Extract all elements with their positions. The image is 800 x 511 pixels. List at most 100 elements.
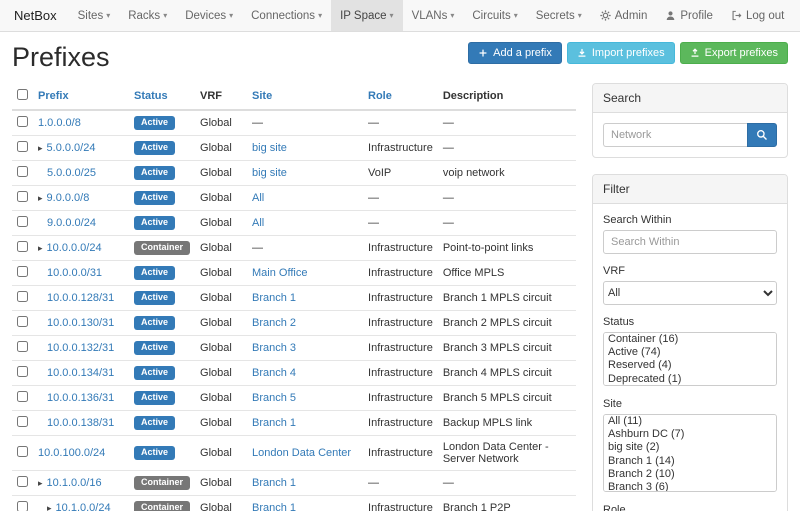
search-input[interactable] <box>603 123 747 147</box>
row-checkbox[interactable] <box>17 341 28 352</box>
nav-log-out[interactable]: Log out <box>722 0 793 31</box>
filter-field-label: Site <box>603 398 777 410</box>
listbox-option[interactable]: Container (16) <box>604 333 776 346</box>
row-checkbox[interactable] <box>17 446 28 457</box>
row-checkbox[interactable] <box>17 141 28 152</box>
site-link[interactable]: Main Office <box>252 267 307 279</box>
description-cell: voip network <box>438 161 576 186</box>
row-checkbox[interactable] <box>17 241 28 252</box>
prefix-link[interactable]: 10.0.0.0/31 <box>47 267 102 279</box>
vrf-cell: Global <box>195 336 247 361</box>
prefix-link[interactable]: 5.0.0.0/24 <box>47 142 96 154</box>
nav-item-racks[interactable]: Racks▾ <box>119 0 176 31</box>
prefix-link[interactable]: 10.1.0.0/16 <box>47 477 102 489</box>
navbar-right: AdminProfileLog out <box>591 0 794 31</box>
checkbox-cell <box>12 136 33 161</box>
expand-icon[interactable]: ▸ <box>38 143 43 153</box>
search-button[interactable] <box>747 123 777 147</box>
prefix-link[interactable]: 10.0.0.138/31 <box>47 417 114 429</box>
site-link[interactable]: All <box>252 192 264 204</box>
site-link[interactable]: Branch 4 <box>252 367 296 379</box>
row-checkbox[interactable] <box>17 501 28 511</box>
row-checkbox[interactable] <box>17 166 28 177</box>
navbar: NetBox Sites▾Racks▾Devices▾Connections▾I… <box>0 0 800 32</box>
listbox-option[interactable]: Branch 3 (6) <box>604 481 776 492</box>
nav-admin[interactable]: Admin <box>591 0 657 31</box>
prefix-link[interactable]: 9.0.0.0/8 <box>47 192 90 204</box>
site-link[interactable]: Branch 3 <box>252 342 296 354</box>
status-cell: Active <box>129 186 195 211</box>
column-header-status[interactable]: Status <box>129 83 195 110</box>
listbox-option[interactable]: Deprecated (1) <box>604 373 776 386</box>
listbox-option[interactable]: Ashburn DC (7) <box>604 428 776 441</box>
row-checkbox[interactable] <box>17 266 28 277</box>
status-cell: Active <box>129 211 195 236</box>
filter-input-search-within[interactable] <box>603 230 777 254</box>
column-header-site[interactable]: Site <box>247 83 363 110</box>
row-checkbox[interactable] <box>17 366 28 377</box>
listbox-option[interactable]: big site (2) <box>604 441 776 454</box>
listbox-option[interactable]: Reserved (4) <box>604 359 776 372</box>
prefix-link[interactable]: 10.0.0.128/31 <box>47 292 114 304</box>
site-link[interactable]: Branch 1 <box>252 417 296 429</box>
row-checkbox[interactable] <box>17 191 28 202</box>
nav-item-sites[interactable]: Sites▾ <box>69 0 120 31</box>
filter-listbox-status[interactable]: Container (16)Active (74)Reserved (4)Dep… <box>603 332 777 386</box>
site-link[interactable]: Branch 1 <box>252 292 296 304</box>
nav-item-circuits[interactable]: Circuits▾ <box>463 0 526 31</box>
site-link[interactable]: big site <box>252 167 287 179</box>
row-checkbox[interactable] <box>17 216 28 227</box>
export-prefixes-button[interactable]: Export prefixes <box>680 42 788 64</box>
filter-listbox-site[interactable]: All (11)Ashburn DC (7)big site (2)Branch… <box>603 414 777 492</box>
nav-item-vlans[interactable]: VLANs▾ <box>403 0 464 31</box>
description-cell: Branch 1 P2P <box>438 496 576 511</box>
row-checkbox[interactable] <box>17 416 28 427</box>
site-link[interactable]: Branch 1 <box>252 477 296 489</box>
site-link[interactable]: Branch 1 <box>252 502 296 511</box>
nav-item-connections[interactable]: Connections▾ <box>242 0 331 31</box>
chevron-down-icon: ▾ <box>229 11 233 20</box>
site-link[interactable]: Branch 2 <box>252 317 296 329</box>
row-checkbox[interactable] <box>17 116 28 127</box>
site-link[interactable]: Branch 5 <box>252 392 296 404</box>
prefix-link[interactable]: 10.1.0.0/24 <box>56 502 111 511</box>
nav-item-devices[interactable]: Devices▾ <box>176 0 242 31</box>
prefix-link[interactable]: 10.0.0.132/31 <box>47 342 114 354</box>
row-checkbox[interactable] <box>17 316 28 327</box>
prefix-link[interactable]: 5.0.0.0/25 <box>47 167 96 179</box>
nav-profile[interactable]: Profile <box>656 0 722 31</box>
listbox-option[interactable]: Active (74) <box>604 346 776 359</box>
prefix-link[interactable]: 9.0.0.0/24 <box>47 217 96 229</box>
expand-icon[interactable]: ▸ <box>38 243 43 253</box>
filter-select-vrf[interactable]: All <box>603 281 777 305</box>
row-checkbox[interactable] <box>17 476 28 487</box>
nav-item-secrets[interactable]: Secrets▾ <box>527 0 591 31</box>
prefix-link[interactable]: 10.0.0.130/31 <box>47 317 114 329</box>
expand-icon[interactable]: ▸ <box>38 478 43 488</box>
add-a-prefix-button[interactable]: Add a prefix <box>468 42 562 64</box>
listbox-option[interactable]: Branch 1 (14) <box>604 455 776 468</box>
prefix-link[interactable]: 10.0.0.0/24 <box>47 242 102 254</box>
row-checkbox[interactable] <box>17 391 28 402</box>
site-link[interactable]: London Data Center <box>252 447 351 459</box>
column-header-role[interactable]: Role <box>363 83 438 110</box>
nav-item-ip-space[interactable]: IP Space▾ <box>331 0 402 31</box>
import-prefixes-button[interactable]: Import prefixes <box>567 42 675 64</box>
prefix-cell: 1.0.0.0/8 <box>33 110 129 136</box>
app-brand[interactable]: NetBox <box>10 0 69 31</box>
expand-icon[interactable]: ▸ <box>47 503 52 511</box>
expand-icon[interactable]: ▸ <box>38 193 43 203</box>
nav-item-label: Sites <box>78 10 104 22</box>
prefix-link[interactable]: 1.0.0.0/8 <box>38 117 81 129</box>
prefix-link[interactable]: 10.0.0.134/31 <box>47 367 114 379</box>
prefix-link[interactable]: 10.0.100.0/24 <box>38 447 105 459</box>
listbox-option[interactable]: Branch 2 (10) <box>604 468 776 481</box>
select-all-checkbox[interactable] <box>17 89 28 100</box>
column-header-prefix[interactable]: Prefix <box>33 83 129 110</box>
site-cell: Main Office <box>247 261 363 286</box>
site-link[interactable]: big site <box>252 142 287 154</box>
listbox-option[interactable]: All (11) <box>604 415 776 428</box>
site-link[interactable]: All <box>252 217 264 229</box>
row-checkbox[interactable] <box>17 291 28 302</box>
prefix-link[interactable]: 10.0.0.136/31 <box>47 392 114 404</box>
